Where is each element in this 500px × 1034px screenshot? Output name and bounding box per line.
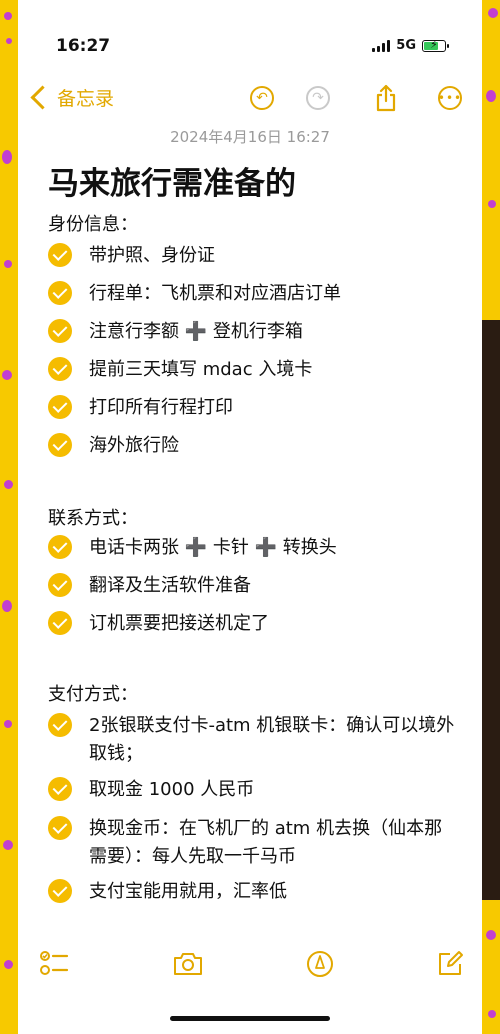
charging-icon: ⚡ <box>430 37 438 51</box>
decor-dot <box>3 840 13 850</box>
decor-dot <box>486 930 496 940</box>
checklist-item-text: 2张银联支付卡-atm 机银联卡：确认可以境外取钱； <box>89 715 455 764</box>
checklist-item[interactable]: 取现金 1000 人民币 <box>48 776 458 804</box>
decor-dot <box>4 12 12 20</box>
checklist-item[interactable]: 注意行李额 ➕ 登机行李箱 <box>48 318 458 346</box>
checklist-item-text: 翻译及生活软件准备 <box>89 575 251 596</box>
battery-icon: ⚡ <box>422 37 449 52</box>
checklist-item[interactable]: 支付宝能用就用，汇率低 <box>48 878 458 906</box>
signal-icon <box>372 39 391 52</box>
decor-dot <box>488 200 496 208</box>
note-title[interactable]: 马来旅行需准备的 <box>48 158 296 203</box>
notes-screen: 16:27 5G ⚡ 备忘录 ↶ ↷ ••• 2024年4月16日 16:27 … <box>18 0 482 1034</box>
checklist-item[interactable]: 提前三天填写 mdac 入境卡 <box>48 356 458 384</box>
checkmark-icon[interactable] <box>48 816 72 840</box>
bottom-toolbar <box>18 942 482 992</box>
checklist-item[interactable]: 翻译及生活软件准备 <box>48 572 458 600</box>
share-icon[interactable] <box>372 84 400 112</box>
chevron-left-icon <box>30 85 55 110</box>
checkmark-icon[interactable] <box>48 357 72 381</box>
checklist-icon[interactable] <box>38 948 70 980</box>
checklist-item-text: 带护照、身份证 <box>89 245 215 266</box>
decor-dot <box>4 720 12 728</box>
status-bar: 16:27 5G ⚡ <box>18 0 482 70</box>
status-indicators: 5G ⚡ <box>372 37 449 53</box>
checkmark-icon[interactable] <box>48 395 72 419</box>
checklist-item[interactable]: 打印所有行程打印 <box>48 394 458 422</box>
checklist-item-text: 电话卡两张 ➕ 卡针 ➕ 转换头 <box>89 537 337 558</box>
decor-dot <box>488 1010 496 1018</box>
section-heading: 身份信息： <box>48 214 138 235</box>
home-indicator[interactable] <box>170 1016 330 1021</box>
checklist-item-text: 行程单：飞机票和对应酒店订单 <box>89 283 341 304</box>
checklist-item-text: 支付宝能用就用，汇率低 <box>89 881 287 902</box>
status-time: 16:27 <box>56 36 111 56</box>
checklist-item[interactable]: 海外旅行险 <box>48 432 458 460</box>
decor-dot <box>2 150 12 164</box>
checklist-item[interactable]: 2张银联支付卡-atm 机银联卡：确认可以境外取钱； <box>48 712 458 768</box>
section-heading: 联系方式： <box>48 508 138 529</box>
checklist-item[interactable]: 带护照、身份证 <box>48 242 458 270</box>
checkmark-icon[interactable] <box>48 879 72 903</box>
decor-dot <box>4 480 13 489</box>
checklist-item-text: 换现金币：在飞机厂的 atm 机去换（仙本那需要）：每人先取一千马币 <box>89 818 443 867</box>
checklist-item[interactable]: 换现金币：在飞机厂的 atm 机去换（仙本那需要）：每人先取一千马币 <box>48 815 458 871</box>
checklist-item-text: 订机票要把接送机定了 <box>89 613 269 634</box>
checklist-item-text: 海外旅行险 <box>89 435 179 456</box>
decor-dot <box>4 960 13 969</box>
checklist-item[interactable]: 行程单：飞机票和对应酒店订单 <box>48 280 458 308</box>
compose-icon[interactable] <box>434 948 466 980</box>
checklist-item[interactable]: 电话卡两张 ➕ 卡针 ➕ 转换头 <box>48 534 458 562</box>
nav-bar: 备忘录 ↶ ↷ ••• <box>18 82 482 122</box>
checklist-item[interactable]: 订机票要把接送机定了 <box>48 610 458 638</box>
more-icon[interactable]: ••• <box>436 84 464 112</box>
decor-dot <box>486 90 496 102</box>
decor-dot <box>488 8 498 18</box>
decor-dot <box>6 38 12 44</box>
note-date: 2024年4月16日 16:27 <box>170 128 330 146</box>
checklist-item-text: 取现金 1000 人民币 <box>89 779 255 800</box>
undo-icon[interactable]: ↶ <box>248 84 276 112</box>
section-heading: 支付方式： <box>48 684 138 705</box>
markup-icon[interactable] <box>304 948 336 980</box>
checkmark-icon[interactable] <box>48 535 72 559</box>
checkmark-icon[interactable] <box>48 777 72 801</box>
camera-icon[interactable] <box>172 948 204 980</box>
checkmark-icon[interactable] <box>48 573 72 597</box>
checklist-item-text: 打印所有行程打印 <box>89 397 233 418</box>
checkmark-icon[interactable] <box>48 281 72 305</box>
checkmark-icon[interactable] <box>48 433 72 457</box>
network-type: 5G <box>396 38 416 53</box>
checklist-item-text: 提前三天填写 mdac 入境卡 <box>89 359 313 380</box>
checkmark-icon[interactable] <box>48 713 72 737</box>
checkmark-icon[interactable] <box>48 243 72 267</box>
decor-dot <box>4 260 12 268</box>
background-photo-edge <box>482 320 500 900</box>
checklist-item-text: 注意行李额 ➕ 登机行李箱 <box>89 321 303 342</box>
decor-dot <box>2 370 12 380</box>
decor-dot <box>2 600 12 612</box>
checkmark-icon[interactable] <box>48 319 72 343</box>
back-label: 备忘录 <box>57 88 115 110</box>
back-button[interactable]: 备忘录 <box>28 84 114 111</box>
checkmark-icon[interactable] <box>48 611 72 635</box>
redo-icon[interactable]: ↷ <box>304 84 332 112</box>
